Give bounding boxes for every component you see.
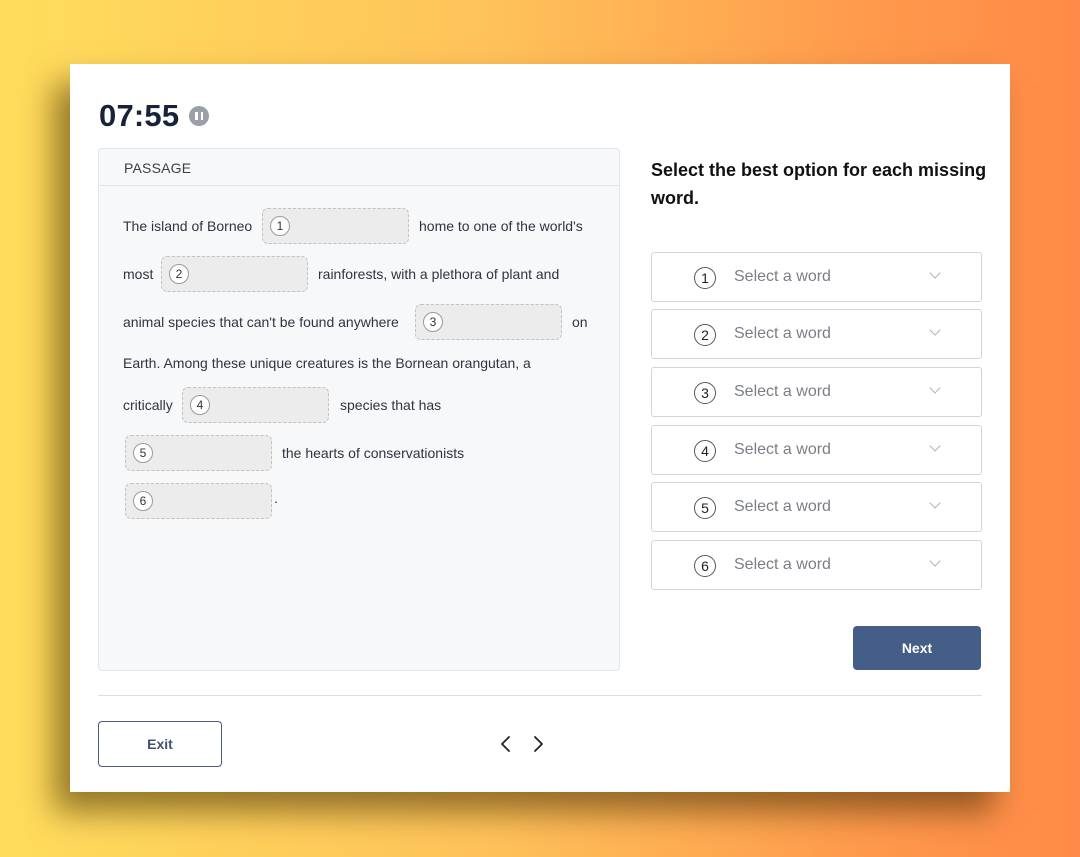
- select-number: 4: [694, 440, 716, 462]
- exam-card: 07:55 PASSAGE The island of Borneo 1 hom…: [70, 64, 1010, 792]
- question-prompt: Select the best option for each missing …: [651, 160, 987, 208]
- select-number: 6: [694, 555, 716, 577]
- passage-text: rainforests, with a plethora of plant an…: [318, 266, 560, 282]
- passage-text: .: [274, 490, 278, 506]
- word-select-2[interactable]: 2 Select a word: [651, 309, 982, 359]
- timer-row: 07:55: [99, 98, 210, 134]
- passage-header: PASSAGE: [99, 149, 619, 186]
- passage-text: Earth. Among these unique creatures is t…: [123, 355, 531, 371]
- footer-divider: [98, 695, 982, 696]
- blank-number: 5: [133, 443, 153, 463]
- blank-slot-1[interactable]: 1: [262, 208, 409, 244]
- blank-number: 2: [169, 264, 189, 284]
- blank-slot-5[interactable]: 5: [125, 435, 272, 471]
- passage-text: critically: [123, 397, 173, 413]
- select-placeholder: Select a word: [734, 498, 831, 515]
- select-number: 2: [694, 324, 716, 346]
- select-placeholder: Select a word: [734, 383, 831, 400]
- countdown-timer: 07:55: [99, 98, 180, 133]
- select-number: 5: [694, 497, 716, 519]
- select-placeholder: Select a word: [734, 556, 831, 573]
- exit-button[interactable]: Exit: [98, 721, 222, 767]
- blank-slot-2[interactable]: 2: [161, 256, 308, 292]
- chevron-left-icon[interactable]: [496, 734, 516, 754]
- select-placeholder: Select a word: [734, 325, 831, 342]
- blank-number: 4: [190, 395, 210, 415]
- passage-text: most: [123, 266, 154, 282]
- passage-text: on: [572, 314, 588, 330]
- chevron-down-icon: [929, 555, 941, 567]
- pause-icon[interactable]: [189, 106, 210, 126]
- word-select-3[interactable]: 3 Select a word: [651, 367, 982, 417]
- passage-text: home to one of the world's: [419, 218, 583, 234]
- passage-panel: PASSAGE The island of Borneo 1 home to o…: [98, 148, 620, 671]
- passage-text: species that has: [340, 397, 442, 413]
- blank-slot-6[interactable]: 6: [125, 483, 272, 519]
- next-button[interactable]: Next: [853, 626, 981, 670]
- chevron-down-icon: [929, 382, 941, 394]
- word-select-5[interactable]: 5 Select a word: [651, 482, 982, 532]
- word-select-6[interactable]: 6 Select a word: [651, 540, 982, 590]
- select-placeholder: Select a word: [734, 268, 831, 285]
- word-select-1[interactable]: 1 Select a word: [651, 252, 982, 302]
- select-placeholder: Select a word: [734, 441, 831, 458]
- blank-number: 3: [423, 312, 443, 332]
- word-select-4[interactable]: 4 Select a word: [651, 425, 982, 475]
- blank-slot-3[interactable]: 3: [415, 304, 562, 340]
- chevron-down-icon: [929, 497, 941, 509]
- passage-text: the hearts of conservationists: [282, 445, 465, 461]
- select-number: 1: [694, 267, 716, 289]
- select-number: 3: [694, 382, 716, 404]
- passage-text: animal species that can't be found anywh…: [123, 314, 399, 330]
- chevron-right-icon[interactable]: [528, 734, 548, 754]
- chevron-down-icon: [929, 440, 941, 452]
- blank-number: 6: [133, 491, 153, 511]
- chevron-down-icon: [929, 267, 941, 279]
- blank-number: 1: [270, 216, 290, 236]
- chevron-down-icon: [929, 324, 941, 336]
- blank-slot-4[interactable]: 4: [182, 387, 329, 423]
- passage-text: The island of Borneo: [123, 218, 253, 234]
